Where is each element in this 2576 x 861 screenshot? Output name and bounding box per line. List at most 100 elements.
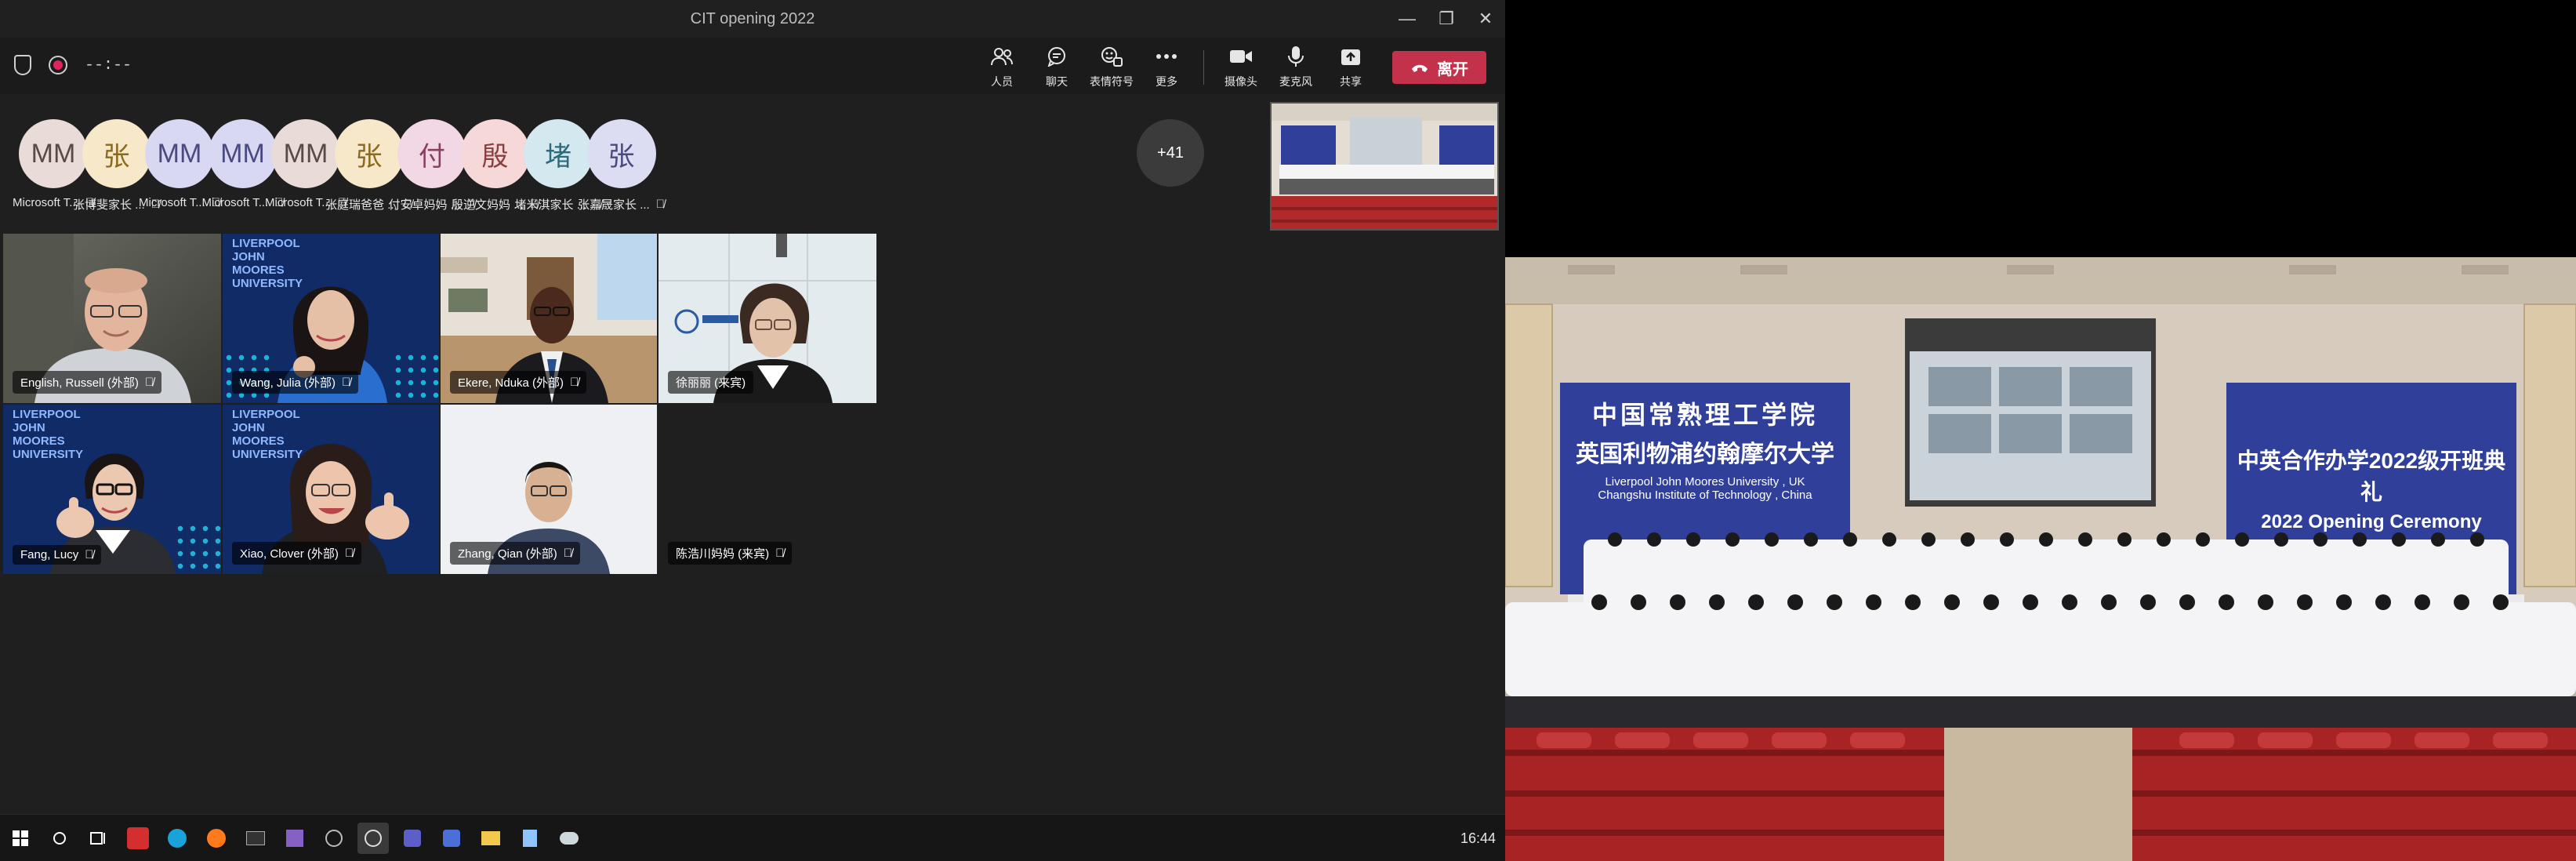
ceremony-hall-image (1505, 257, 2576, 861)
camera-button[interactable]: 摄像头 (1214, 45, 1268, 89)
windows-taskbar: 16:44 (0, 814, 1505, 861)
video-tile[interactable]: LIVERPOOL JOHN MOORES UNIVERSITY Xiao, C… (223, 405, 439, 574)
video-tile[interactable]: Zhang, Qian (外部) 🎙̸ (441, 405, 657, 574)
participant-nametag: Fang, Lucy 🎙̸ (13, 545, 102, 565)
firefox-icon[interactable] (201, 823, 232, 854)
people-label: 人员 (991, 75, 1013, 88)
mic-off-icon: 🎙̸ (570, 376, 579, 389)
app-icon[interactable] (436, 823, 467, 854)
search-icon[interactable] (44, 823, 75, 854)
participant-nametag: Zhang, Qian (外部) 🎙̸ (450, 542, 580, 565)
mic-off-icon: 🎙̸ (775, 547, 785, 560)
participant-name: Xiao, Clover (外部) (240, 547, 339, 561)
participant-avatar[interactable]: 张 张嘉晟家长 ... 🎙̸ (568, 119, 676, 213)
chat-label: 聊天 (1046, 75, 1068, 88)
active-app-icon[interactable] (357, 823, 389, 854)
microphone-icon (1284, 45, 1308, 67)
organization-logo: LIVERPOOL JOHN MOORES UNIVERSITY (13, 408, 84, 461)
banner-title-cn: 中国常熟理工学院 (1591, 401, 1818, 429)
participant-name: Zhang, Qian (外部) (458, 547, 557, 561)
edge-browser-icon[interactable] (161, 823, 193, 854)
participant-nametag: Ekere, Nduka (外部) 🎙̸ (450, 371, 587, 394)
restore-button[interactable]: ❐ (1427, 0, 1466, 38)
participant-nametag: 陈浩川妈妈 (来宾) 🎙̸ (668, 542, 793, 565)
banner-title-cn: 中英合作办学2022级开班典礼 (2237, 449, 2506, 504)
window-controls: — ❐ ✕ (1388, 0, 1505, 38)
reactions-label: 表情符号 (1090, 75, 1134, 88)
banner-subtitle-en: 2022 Opening Ceremony (2261, 511, 2482, 532)
mic-off-icon: 🎙̸ (144, 376, 154, 389)
recording-icon (49, 56, 67, 74)
organization-logo: LIVERPOOL JOHN MOORES UNIVERSITY (232, 237, 303, 290)
mic-off-icon: 🎙̸ (563, 547, 572, 560)
share-label: 共享 (1340, 75, 1362, 88)
more-label: 更多 (1156, 75, 1177, 88)
banner-subtitle-en: Liverpool John Moores University , UK (1605, 475, 1805, 489)
banner-subtitle-cn: 英国利物浦约翰摩尔大学 (1576, 441, 1834, 467)
mic-off-icon: 🎙̸ (341, 376, 351, 389)
shield-icon[interactable] (14, 55, 31, 75)
ceremony-display: 中国常熟理工学院 英国利物浦约翰摩尔大学 Liverpool John Moor… (1505, 0, 2576, 861)
share-button[interactable]: 共享 (1323, 45, 1378, 89)
camera-label: 摄像头 (1225, 75, 1257, 88)
settings-icon[interactable] (318, 823, 350, 854)
close-button[interactable]: ✕ (1466, 0, 1505, 38)
meeting-timer: --:-- (85, 56, 132, 74)
pdf-app-icon[interactable] (127, 827, 149, 849)
terminal-icon[interactable] (240, 823, 271, 854)
leave-button[interactable]: 离开 (1392, 51, 1486, 84)
minimize-button[interactable]: — (1388, 0, 1427, 38)
video-tile[interactable]: 徐丽丽 (来宾) (659, 234, 876, 403)
windows-start-icon[interactable] (5, 823, 36, 854)
ceremony-thumbnail[interactable] (1270, 102, 1499, 231)
participant-nametag: 徐丽丽 (来宾) (668, 371, 754, 394)
video-tile[interactable]: English, Russell (外部) 🎙̸ (3, 234, 221, 403)
people-button[interactable]: 人员 (974, 45, 1029, 89)
phone-hangup-icon (1412, 64, 1428, 72)
video-tile[interactable]: LIVERPOOL JOHN MOORES UNIVERSITY Wang, J… (223, 234, 439, 403)
participant-name: 徐丽丽 (来宾) (676, 376, 746, 390)
microphone-label: 麦克风 (1279, 75, 1312, 88)
mic-off-icon: 🎙̸ (655, 198, 665, 211)
decorative-pattern (392, 351, 439, 403)
more-participants-button[interactable]: +41 (1137, 119, 1204, 187)
visual-studio-icon[interactable] (279, 823, 310, 854)
emoji-icon (1100, 45, 1123, 67)
people-icon (990, 45, 1014, 67)
participant-nametag: English, Russell (外部) 🎙̸ (13, 371, 162, 394)
window-title: CIT opening 2022 (690, 9, 815, 27)
microphone-button[interactable]: 麦克风 (1268, 45, 1323, 89)
title-bar: CIT opening 2022 — ❐ ✕ (0, 0, 1505, 38)
ceremony-hall: 中国常熟理工学院 英国利物浦约翰摩尔大学 Liverpool John Moor… (1505, 257, 2576, 861)
more-dots-icon (1155, 45, 1178, 67)
video-tile[interactable]: Ekere, Nduka (外部) 🎙̸ (441, 234, 657, 403)
participant-nametag: Xiao, Clover (外部) 🎙̸ (232, 542, 362, 565)
decorative-pattern (174, 522, 221, 574)
banner-subtitle-en: Changshu Institute of Technology , China (1598, 489, 1812, 502)
taskbar-clock: 16:44 (1460, 830, 1496, 846)
participant-name: Wang, Julia (外部) (240, 376, 336, 390)
cloud-app-icon[interactable] (553, 823, 585, 854)
participant-name: English, Russell (外部) (20, 376, 139, 390)
meeting-toolbar: --:-- 人员 聊天 表情符号 更多 摄像头 麦克风 共享 离开 (0, 38, 1505, 94)
participant-name: 陈浩川妈妈 (来宾) (676, 547, 770, 561)
leave-label: 离开 (1437, 60, 1468, 78)
file-explorer-icon[interactable] (475, 823, 506, 854)
avatar: 张 (586, 119, 656, 188)
teams-icon[interactable] (397, 823, 428, 854)
chat-button[interactable]: 聊天 (1029, 45, 1084, 89)
participant-name: Ekere, Nduka (外部) (458, 376, 564, 390)
share-screen-icon (1339, 45, 1362, 67)
video-tile[interactable]: 陈浩川妈妈 (来宾) 🎙̸ (659, 405, 876, 574)
left-banner: 中国常熟理工学院 英国利物浦约翰摩尔大学 Liverpool John Moor… (1568, 395, 1842, 502)
reactions-button[interactable]: 表情符号 (1084, 45, 1139, 89)
document-icon[interactable] (514, 823, 546, 854)
more-button[interactable]: 更多 (1139, 45, 1194, 89)
participant-name: 张嘉晟家长 ... (578, 198, 650, 212)
right-banner: 中英合作办学2022级开班典礼 2022 Opening Ceremony (2234, 444, 2509, 533)
mic-off-icon: 🎙̸ (344, 547, 354, 560)
video-tile[interactable]: LIVERPOOL JOHN MOORES UNIVERSITY Fang, L… (3, 405, 221, 574)
camera-icon (1229, 45, 1253, 67)
task-view-icon[interactable] (83, 823, 114, 854)
toolbar-divider (1203, 50, 1204, 85)
